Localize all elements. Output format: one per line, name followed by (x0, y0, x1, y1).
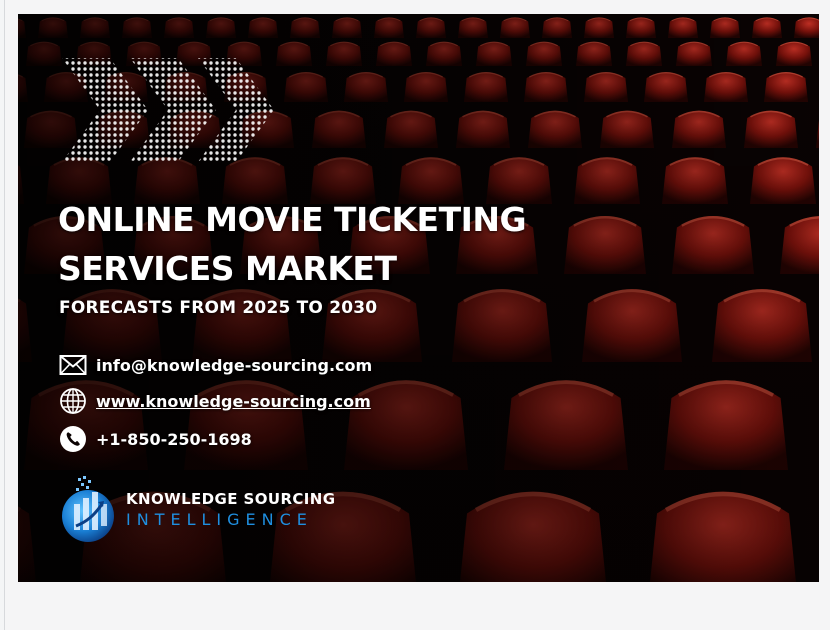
logo-line-2: INTELLIGENCE (126, 509, 313, 529)
contact-phone[interactable]: +1-850-250-1698 (58, 424, 252, 454)
logo-line-1: KNOWLEDGE SOURCING (126, 489, 336, 508)
phone-text[interactable]: +1-850-250-1698 (96, 430, 252, 449)
globe-icon (58, 386, 88, 416)
title-line-1: ONLINE MOVIE TICKETING (58, 200, 527, 239)
contact-website[interactable]: www.knowledge-sourcing.com (58, 386, 371, 416)
email-text[interactable]: info@knowledge-sourcing.com (96, 356, 372, 375)
envelope-icon (58, 350, 88, 380)
chevron-arrows-icon (62, 58, 274, 162)
subtitle: FORECASTS FROM 2025 TO 2030 (59, 298, 378, 318)
phone-icon (58, 424, 88, 454)
contact-email[interactable]: info@knowledge-sourcing.com (58, 350, 372, 380)
cover-image: ONLINE MOVIE TICKETING SERVICES MARKET F… (18, 14, 819, 582)
title-line-2: SERVICES MARKET (58, 249, 397, 288)
company-logo: KNOWLEDGE SOURCING INTELLIGENCE (58, 474, 335, 544)
page-title: ONLINE MOVIE TICKETING SERVICES MARKET (58, 195, 578, 293)
logo-emblem-icon (62, 476, 114, 542)
website-link[interactable]: www.knowledge-sourcing.com (96, 392, 371, 411)
